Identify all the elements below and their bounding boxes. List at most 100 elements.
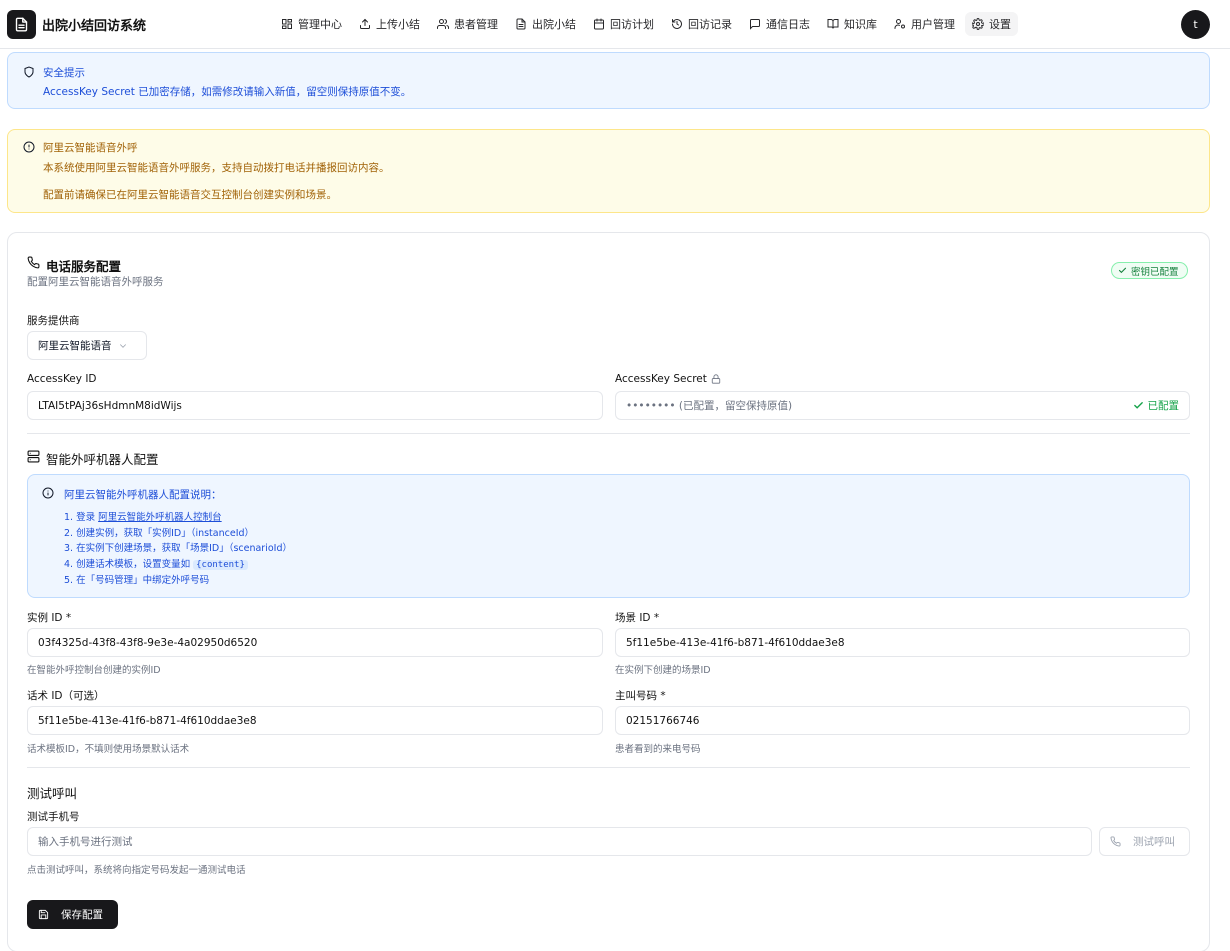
nav-label: 出院小结 bbox=[532, 18, 576, 31]
shield-icon bbox=[24, 66, 34, 78]
alert-message: 本系统使用阿里云智能语音外呼服务，支持自动拨打电话并播报回访内容。 bbox=[43, 162, 390, 174]
alert-title: 阿里云智能语音外呼 bbox=[43, 142, 138, 154]
phone-icon bbox=[27, 256, 40, 269]
scenario-id-input[interactable]: 5f11e5be-413e-41f6-b871-4f610ddae3e8 bbox=[615, 628, 1190, 657]
card-subtitle: 配置阿里云智能语音外呼服务 bbox=[27, 276, 164, 288]
nav-label: 知识库 bbox=[844, 18, 877, 31]
chevron-down-icon bbox=[119, 343, 126, 348]
nav-label: 上传小结 bbox=[376, 18, 420, 31]
aliyun-alert: 阿里云智能语音外呼 本系统使用阿里云智能语音外呼服务，支持自动拨打电话并播报回访… bbox=[7, 129, 1210, 213]
nav-item-upload[interactable]: 上传小结 bbox=[352, 12, 427, 36]
main-nav: 管理中心 上传小结 患者管理 出院小结 回访计划 回访记录 通信日志 知识库 用… bbox=[274, 12, 1018, 36]
instance-id-hint: 在智能外呼控制台创建的实例ID bbox=[27, 665, 161, 676]
save-button[interactable]: 保存配置 bbox=[27, 900, 118, 929]
info-step-3: 3. 在实例下创建场景，获取「场景ID」（scenarioId） bbox=[64, 543, 293, 554]
phone-icon bbox=[1110, 836, 1121, 847]
access-key-secret-label-row: AccessKey Secret bbox=[615, 373, 721, 385]
access-key-id-input[interactable]: LTAI5tPAj36sHdmnM8idWijs bbox=[27, 391, 603, 420]
nav-item-plan[interactable]: 回访计划 bbox=[586, 12, 661, 36]
users-icon bbox=[437, 19, 449, 29]
calendar-icon bbox=[594, 18, 604, 30]
test-hint: 点击测试呼叫，系统将向指定号码发起一通测试电话 bbox=[27, 865, 246, 876]
security-alert: 安全提示 AccessKey Secret 已加密存储，如需修改请输入新值，留空… bbox=[7, 52, 1210, 109]
badge-label: 密钥已配置 bbox=[1131, 266, 1179, 278]
scenario-id-label: 场景 ID * bbox=[615, 612, 660, 624]
provider-value: 阿里云智能语音 bbox=[38, 340, 112, 352]
info-step-1: 1. 登录 阿里云智能外呼机器人控制台 bbox=[64, 509, 222, 523]
test-call-button[interactable]: 测试呼叫 bbox=[1099, 827, 1190, 856]
user-cog-icon bbox=[894, 19, 905, 29]
dashboard-icon bbox=[282, 19, 292, 29]
info-step-4: 4. 创建话术模板，设置变量如 {content} bbox=[64, 556, 248, 570]
nav-label: 回访计划 bbox=[610, 18, 654, 31]
server-icon bbox=[27, 450, 40, 463]
caller-number-label: 主叫号码 * bbox=[615, 690, 666, 702]
secret-placeholder: •••••••• (已配置，留空保持原值) bbox=[626, 400, 793, 412]
nav-item-logs[interactable]: 通信日志 bbox=[742, 12, 817, 36]
secret-status: 已配置 bbox=[1133, 398, 1180, 413]
nav-label: 管理中心 bbox=[298, 18, 342, 31]
alert-title: 安全提示 bbox=[43, 67, 85, 79]
script-id-label: 话术 ID（可选） bbox=[27, 690, 105, 702]
alert-circle-icon bbox=[23, 141, 35, 153]
save-icon bbox=[38, 909, 49, 920]
upload-icon bbox=[360, 18, 370, 29]
access-key-id-label: AccessKey ID bbox=[27, 373, 97, 385]
book-icon bbox=[827, 19, 839, 29]
test-phone-input[interactable]: 输入手机号进行测试 bbox=[27, 827, 1092, 856]
app-title[interactable]: 出院小结回访系统 bbox=[42, 15, 146, 34]
provider-select[interactable]: 阿里云智能语音 bbox=[27, 331, 147, 360]
divider bbox=[27, 767, 1190, 768]
nav-label: 患者管理 bbox=[454, 18, 498, 31]
access-key-secret-input[interactable]: •••••••• (已配置，留空保持原值) 已配置 bbox=[615, 391, 1190, 420]
nav-label: 用户管理 bbox=[911, 18, 955, 31]
test-phone-label: 测试手机号 bbox=[27, 811, 80, 823]
check-icon bbox=[1118, 267, 1127, 274]
gear-icon bbox=[972, 18, 984, 30]
status-badge: 密钥已配置 bbox=[1111, 262, 1188, 279]
script-id-hint: 话术模板ID，不填则使用场景默认话术 bbox=[27, 744, 190, 755]
scenario-id-hint: 在实例下创建的场景ID bbox=[615, 665, 711, 676]
divider bbox=[27, 433, 1190, 434]
nav-item-patients[interactable]: 患者管理 bbox=[430, 12, 505, 36]
step-text: 4. 创建话术模板，设置变量如 bbox=[64, 559, 191, 570]
phone-config-card: 电话服务配置 配置阿里云智能语音外呼服务 密钥已配置 服务提供商 阿里云智能语音… bbox=[7, 232, 1210, 951]
provider-label: 服务提供商 bbox=[27, 315, 80, 327]
history-icon bbox=[672, 19, 682, 29]
nav-label: 设置 bbox=[989, 18, 1011, 31]
check-icon bbox=[1133, 402, 1143, 409]
card-title: 电话服务配置 bbox=[46, 259, 122, 274]
top-header: 出院小结回访系统 管理中心 上传小结 患者管理 出院小结 回访计划 回访记录 通 bbox=[0, 0, 1230, 49]
avatar[interactable]: t bbox=[1181, 10, 1210, 39]
script-id-input[interactable]: 5f11e5be-413e-41f6-b871-4f610ddae3e8 bbox=[27, 706, 603, 735]
alert-message: 配置前请确保已在阿里云智能语音交互控制台创建实例和场景。 bbox=[43, 189, 337, 201]
save-label: 保存配置 bbox=[61, 909, 103, 921]
access-key-secret-label: AccessKey Secret bbox=[615, 373, 707, 385]
instance-id-label: 实例 ID * bbox=[27, 612, 72, 624]
app-logo-icon[interactable] bbox=[7, 10, 36, 39]
instance-id-input[interactable]: 03f4325d-43f8-43f8-9e3e-4a02950d6520 bbox=[27, 628, 603, 657]
nav-item-knowledge[interactable]: 知识库 bbox=[820, 12, 884, 36]
lock-icon bbox=[711, 374, 721, 384]
nav-item-users[interactable]: 用户管理 bbox=[887, 12, 962, 36]
caller-number-hint: 患者看到的来电号码 bbox=[615, 744, 701, 755]
caller-number-input[interactable]: 02151766746 bbox=[615, 706, 1190, 735]
step-text: 1. 登录 bbox=[64, 512, 96, 523]
info-icon bbox=[42, 487, 54, 499]
info-step-5: 5. 在「号码管理」中绑定外呼号码 bbox=[64, 575, 210, 586]
info-step-2: 2. 创建实例，获取「实例ID」（instanceId） bbox=[64, 528, 255, 539]
secret-status-label: 已配置 bbox=[1147, 400, 1180, 412]
robot-section-title: 智能外呼机器人配置 bbox=[46, 452, 159, 467]
robot-info-box: 阿里云智能外呼机器人配置说明： 1. 登录 阿里云智能外呼机器人控制台 2. 创… bbox=[27, 474, 1190, 598]
alert-message: AccessKey Secret 已加密存储，如需修改请输入新值，留空则保持原值… bbox=[43, 86, 412, 98]
info-title: 阿里云智能外呼机器人配置说明： bbox=[64, 489, 222, 501]
nav-item-discharge[interactable]: 出院小结 bbox=[508, 12, 583, 36]
nav-label: 通信日志 bbox=[766, 18, 810, 31]
nav-item-dashboard[interactable]: 管理中心 bbox=[274, 12, 349, 36]
console-link[interactable]: 阿里云智能外呼机器人控制台 bbox=[98, 512, 222, 523]
nav-item-settings[interactable]: 设置 bbox=[965, 12, 1018, 36]
nav-item-records[interactable]: 回访记录 bbox=[664, 12, 739, 36]
variable-code: {content} bbox=[193, 560, 248, 570]
document-icon bbox=[516, 18, 526, 30]
nav-label: 回访记录 bbox=[688, 18, 732, 31]
